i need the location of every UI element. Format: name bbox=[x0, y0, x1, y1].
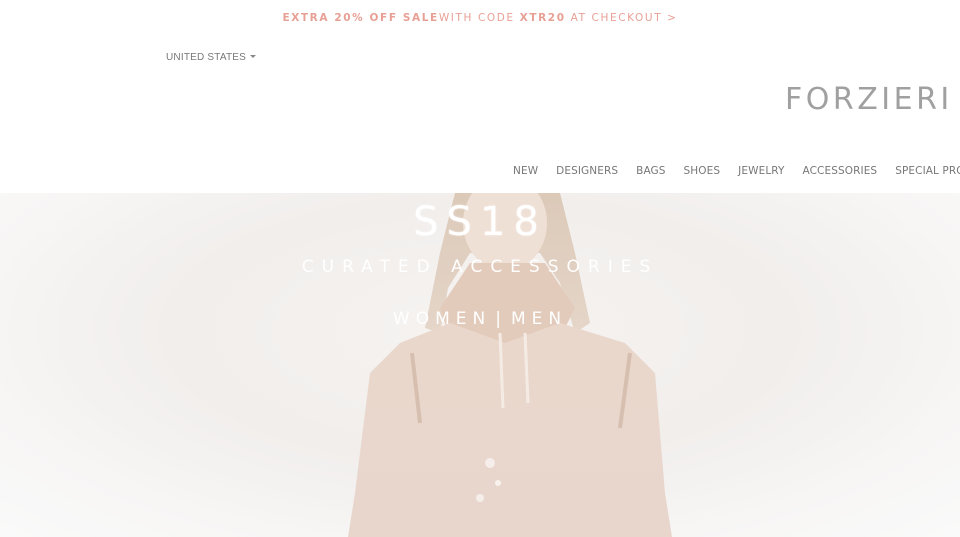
hero-link-men[interactable]: MEN bbox=[511, 309, 567, 329]
promo-code: XTR20 bbox=[519, 12, 566, 24]
nav-item-jewelry[interactable]: JEWELRY bbox=[738, 165, 784, 177]
hero-season-title: SS18 bbox=[413, 199, 547, 245]
nav-item-special-projects[interactable]: SPECIAL PROJECTS bbox=[895, 165, 960, 177]
nav-item-shoes[interactable]: SHOES bbox=[684, 165, 721, 177]
nav-item-designers[interactable]: DESIGNERS bbox=[556, 165, 618, 177]
nav-item-new[interactable]: NEW bbox=[513, 165, 538, 177]
site-logo[interactable]: FORZIERI bbox=[785, 82, 953, 117]
promo-banner[interactable]: EXTRA 20% OFF SALE WITH CODE XTR20 AT CH… bbox=[0, 0, 960, 36]
caret-down-icon bbox=[250, 55, 257, 58]
country-label: UNITED STATES bbox=[166, 52, 247, 63]
hero-subtitle: CURATED ACCESSORIES bbox=[301, 257, 659, 277]
nav-item-bags[interactable]: BAGS bbox=[636, 165, 665, 177]
promo-suffix[interactable]: AT CHECKOUT > bbox=[571, 12, 678, 24]
hero-link-separator: | bbox=[495, 309, 507, 329]
promo-mid-text: WITH CODE bbox=[438, 12, 515, 24]
promo-bold-text: EXTRA 20% OFF SALE bbox=[282, 12, 439, 24]
hero-link-women[interactable]: WOMEN bbox=[393, 309, 491, 329]
main-nav: NEW DESIGNERS BAGS SHOES JEWELRY ACCESSO… bbox=[513, 165, 960, 177]
hero-links: WOMEN | MEN bbox=[0, 309, 960, 329]
country-selector[interactable]: UNITED STATES bbox=[166, 52, 257, 63]
hero-banner[interactable]: SS18 CURATED ACCESSORIES WOMEN | MEN bbox=[0, 193, 960, 537]
nav-item-accessories[interactable]: ACCESSORIES bbox=[803, 165, 878, 177]
site-header: UNITED STATES FORZIERI NEW DESIGNERS BAG… bbox=[0, 36, 960, 193]
